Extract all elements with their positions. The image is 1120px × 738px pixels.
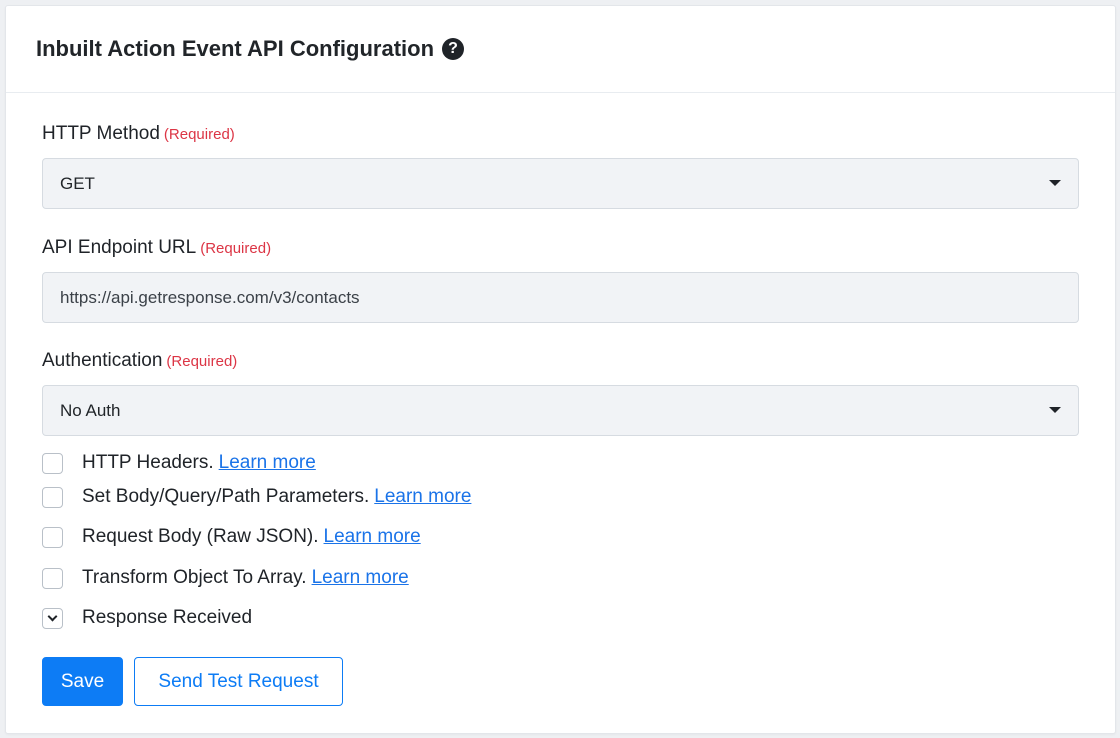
authentication-label: Authentication (Required)	[42, 350, 237, 372]
http-method-label-text: HTTP Method	[42, 123, 160, 144]
authentication-label-text: Authentication	[42, 350, 163, 371]
endpoint-label-text: API Endpoint URL	[42, 237, 197, 258]
response-received-label: Response Received	[82, 607, 253, 628]
authentication-select[interactable]: No Auth	[42, 385, 1079, 436]
option-transform-object[interactable]: Transform Object To Array. Learn more	[42, 567, 409, 589]
endpoint-url-input[interactable]: https://api.getresponse.com/v3/contacts	[42, 272, 1079, 323]
option-request-body-raw-json[interactable]: Request Body (Raw JSON). Learn more	[42, 526, 421, 548]
required-marker: (Required)	[166, 353, 238, 370]
request-body-learn-more-link[interactable]: Learn more	[324, 526, 421, 548]
send-test-request-button[interactable]: Send Test Request	[134, 657, 343, 706]
request-body-checkbox[interactable]	[42, 526, 63, 548]
card-header: Inbuilt Action Event API Configuration ?	[6, 6, 1115, 93]
authentication-value: No Auth	[60, 400, 121, 420]
http-method-value: GET	[60, 173, 95, 193]
required-marker: (Required)	[200, 240, 272, 257]
required-marker: (Required)	[163, 126, 235, 143]
transform-object-learn-more-link[interactable]: Learn more	[312, 567, 409, 589]
body-query-path-label: Set Body/Query/Path Parameters.	[82, 486, 370, 507]
http-method-label: HTTP Method (Required)	[42, 123, 235, 145]
option-body-query-path[interactable]: Set Body/Query/Path Parameters. Learn mo…	[42, 486, 471, 508]
http-headers-checkbox[interactable]	[42, 452, 63, 474]
option-response-received[interactable]: Response Received	[42, 607, 252, 629]
http-headers-learn-more-link[interactable]: Learn more	[219, 452, 316, 474]
endpoint-label: API Endpoint URL (Required)	[42, 237, 271, 259]
transform-object-label: Transform Object To Array.	[82, 567, 307, 588]
api-config-card: Inbuilt Action Event API Configuration ?…	[5, 5, 1116, 734]
card-title-text: Inbuilt Action Event API Configuration	[36, 36, 435, 61]
request-body-label: Request Body (Raw JSON).	[82, 526, 319, 547]
body-query-path-learn-more-link[interactable]: Learn more	[374, 486, 471, 508]
http-headers-label: HTTP Headers.	[82, 452, 214, 473]
http-method-select[interactable]: GET	[42, 158, 1079, 209]
question-circle-icon[interactable]: ?	[442, 38, 465, 60]
endpoint-url-value: https://api.getresponse.com/v3/contacts	[60, 287, 360, 307]
option-http-headers[interactable]: HTTP Headers. Learn more	[42, 452, 316, 474]
save-button[interactable]: Save	[42, 657, 123, 706]
caret-down-icon	[1049, 180, 1061, 186]
body-query-path-checkbox[interactable]	[42, 486, 63, 508]
transform-object-checkbox[interactable]	[42, 567, 63, 589]
caret-down-icon	[1049, 407, 1061, 413]
card-title: Inbuilt Action Event API Configuration ?	[36, 36, 465, 62]
response-received-checkbox[interactable]	[42, 607, 63, 629]
